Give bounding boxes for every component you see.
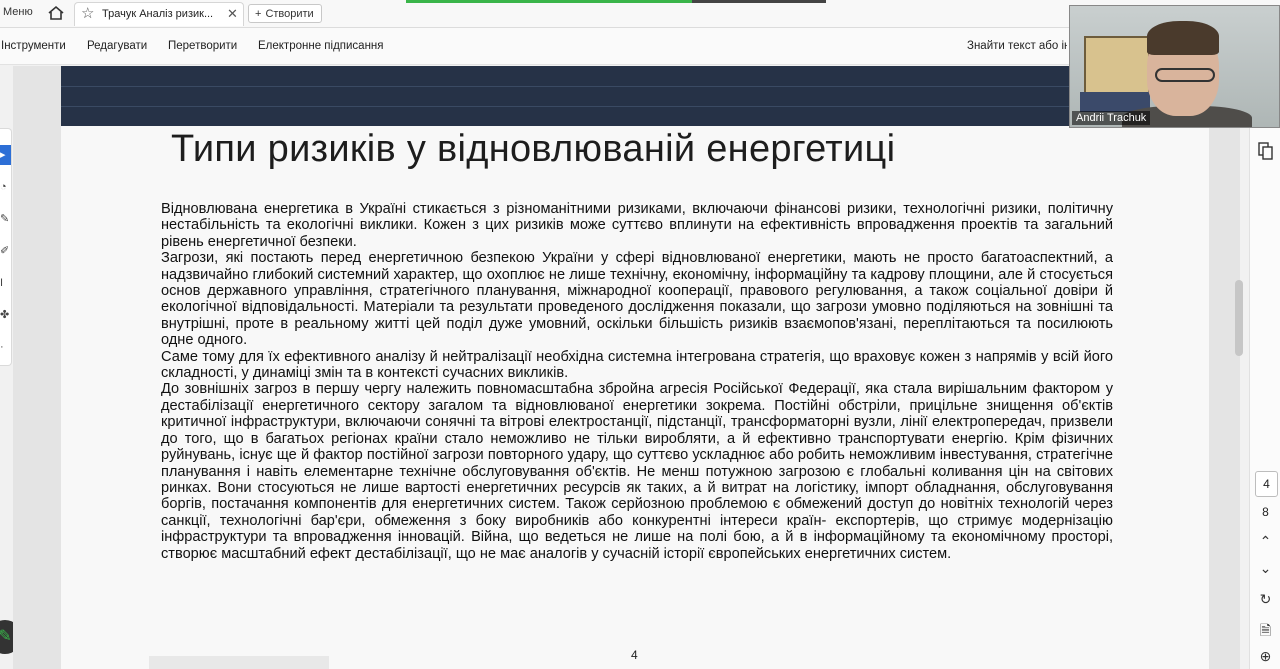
vertical-scrollbar[interactable]	[1232, 66, 1246, 669]
pdf-page: Типи ризиків у відновлюваній енергетиці …	[61, 66, 1209, 669]
share-progress-bar	[406, 0, 826, 3]
video-person-glasses	[1155, 68, 1215, 82]
comment-tool-icon[interactable]: ◔	[0, 177, 11, 197]
menu-edit[interactable]: Редагувати	[87, 40, 147, 52]
refresh-icon[interactable]: ↻	[1250, 591, 1280, 608]
more-tools-icon[interactable]: ·	[0, 337, 11, 357]
left-tool-strip: ▸ ◔ ✎ ✐ I ✤ ·	[0, 128, 12, 366]
document-tab-title: Трачук Аналіз ризик...	[102, 8, 214, 20]
stamp-tool-icon[interactable]: ✤	[0, 305, 11, 325]
scroll-thumb[interactable]	[1235, 280, 1243, 356]
home-icon[interactable]	[47, 5, 65, 21]
page-number: 4	[631, 648, 638, 662]
paragraph: Саме тому для їх ефективного аналізу й н…	[161, 348, 1113, 382]
zoom-icon[interactable]: ⊕	[1250, 648, 1280, 665]
text-tool-icon[interactable]: I	[0, 273, 11, 293]
pencil-tool-icon[interactable]: ✎	[0, 209, 11, 229]
menu-tools[interactable]: Інструменти	[1, 40, 66, 52]
slide-title: Типи ризиків у відновлюваній енергетиці	[171, 128, 896, 170]
slide-body: Відновлювана енергетика в Україні стикає…	[161, 201, 1113, 562]
menu-e-sign[interactable]: Електронне підписання	[258, 40, 384, 52]
close-icon[interactable]: ✕	[227, 6, 238, 22]
chevron-down-icon[interactable]: ⌄	[1250, 560, 1280, 577]
document-tab[interactable]: ☆ Трачук Аналіз ризик... ✕	[74, 2, 244, 26]
participant-name: Andrii Trachuk	[1072, 111, 1151, 125]
paragraph: До зовнішніх загроз в першу чергу належи…	[161, 381, 1113, 562]
create-button[interactable]: + Створити	[248, 4, 322, 23]
menu-button[interactable]: Меню	[3, 6, 33, 18]
menu-convert[interactable]: Перетворити	[168, 40, 237, 52]
chevron-up-icon[interactable]: ⌃	[1250, 533, 1280, 550]
share-progress-fill	[406, 0, 692, 3]
page-footer-bar	[149, 656, 329, 669]
video-person-hair	[1147, 21, 1219, 55]
paragraph: Відновлювана енергетика в Україні стикає…	[161, 201, 1113, 250]
document-viewer: Типи ризиків у відновлюваній енергетиці …	[13, 66, 1240, 669]
right-panel: 4 8 ⌃ ⌄ ↻ 🗎 ⊕	[1249, 128, 1280, 669]
paragraph: Загрози, які постають перед енергетичною…	[161, 250, 1113, 349]
create-button-label: Створити	[265, 7, 314, 20]
slide-header-band	[61, 66, 1209, 126]
video-call-tile[interactable]: Andrii Trachuk	[1069, 5, 1280, 128]
total-pages: 8	[1262, 505, 1269, 519]
current-page-input[interactable]: 4	[1255, 471, 1278, 497]
copy-icon[interactable]	[1258, 142, 1274, 160]
star-icon[interactable]: ☆	[81, 5, 94, 23]
plus-icon: +	[255, 7, 262, 20]
find-text-button[interactable]: Знайти текст або ін	[967, 40, 1067, 52]
video-wall-picture	[1084, 36, 1150, 94]
save-file-icon[interactable]: 🗎	[1250, 620, 1280, 644]
highlight-tool-icon[interactable]: ✐	[0, 241, 11, 261]
select-tool-icon[interactable]: ▸	[0, 145, 11, 165]
